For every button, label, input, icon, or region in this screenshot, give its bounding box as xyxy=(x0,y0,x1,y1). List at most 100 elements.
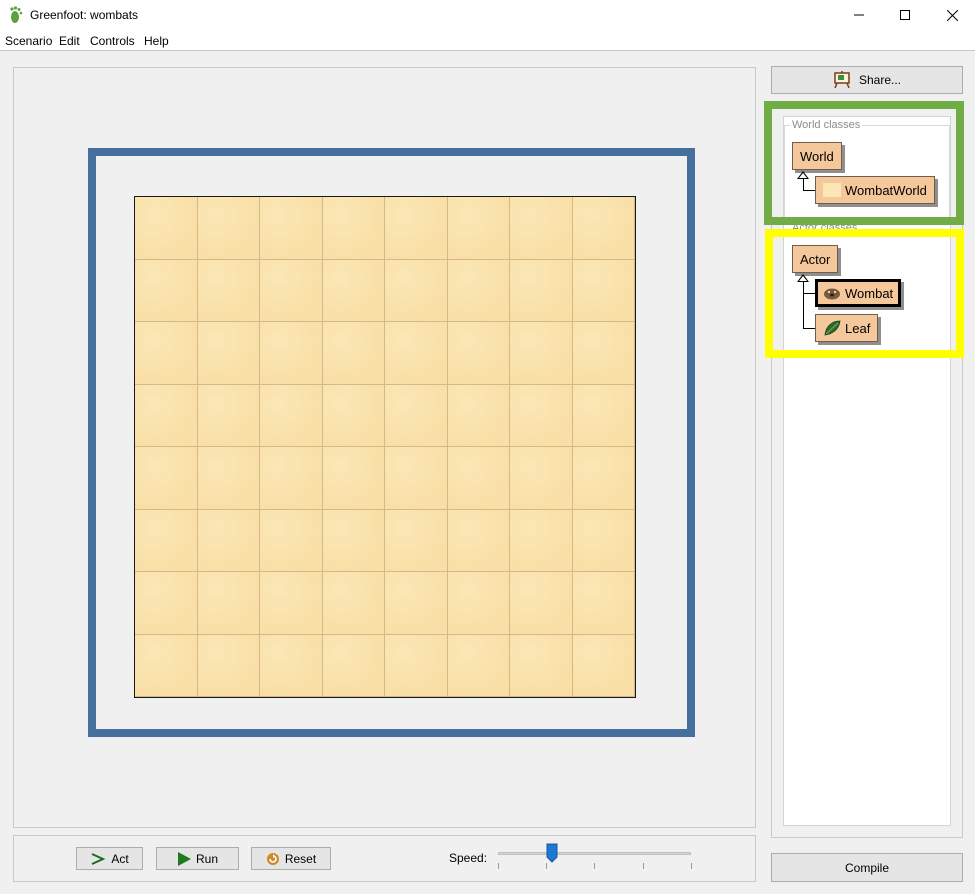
world-cell xyxy=(197,259,260,322)
act-step-icon xyxy=(91,852,106,865)
world-grid[interactable] xyxy=(134,196,636,698)
world-cell xyxy=(135,197,198,260)
world-cell xyxy=(322,634,385,697)
menu-edit[interactable]: Edit xyxy=(59,34,80,48)
world-cell xyxy=(135,572,198,635)
menu-controls[interactable]: Controls xyxy=(90,34,135,48)
world-cell xyxy=(510,259,573,322)
menu-scenario[interactable]: Scenario xyxy=(5,34,52,48)
slider-tick xyxy=(546,863,547,869)
share-button[interactable]: Share... xyxy=(771,66,963,94)
world-cell xyxy=(197,322,260,385)
world-cell xyxy=(447,384,510,447)
reset-button[interactable]: Reset xyxy=(251,847,331,870)
close-button[interactable] xyxy=(929,0,975,30)
world-cell xyxy=(197,634,260,697)
world-cell xyxy=(572,572,635,635)
maximize-button[interactable] xyxy=(882,0,928,30)
greenfoot-footprint-icon xyxy=(10,6,23,23)
world-cell xyxy=(572,509,635,572)
minimize-icon xyxy=(854,14,864,16)
world-cell xyxy=(385,572,448,635)
world-cell xyxy=(197,197,260,260)
world-cell xyxy=(197,447,260,510)
world-cell xyxy=(385,197,448,260)
world-cell xyxy=(385,322,448,385)
act-button[interactable]: Act xyxy=(76,847,143,870)
world-cell xyxy=(385,509,448,572)
slider-tick xyxy=(691,863,692,869)
world-cell xyxy=(510,197,573,260)
world-cell xyxy=(572,322,635,385)
world-cell xyxy=(322,259,385,322)
speed-label: Speed: xyxy=(449,851,488,865)
world-cell xyxy=(322,447,385,510)
menu-help[interactable]: Help xyxy=(144,34,169,48)
world-cell xyxy=(260,572,323,635)
title-bar: Greenfoot: wombats xyxy=(0,0,975,30)
reset-label: Reset xyxy=(284,851,317,866)
actor-classes-highlight xyxy=(765,229,964,358)
world-cell xyxy=(322,322,385,385)
world-cell xyxy=(447,509,510,572)
menu-bar: Scenario Edit Controls Help xyxy=(0,30,975,51)
speed-slider-track[interactable] xyxy=(498,852,691,855)
world-cell xyxy=(572,634,635,697)
act-label: Act xyxy=(111,851,129,866)
reset-icon xyxy=(266,852,279,865)
world-cell xyxy=(447,634,510,697)
share-label: Share... xyxy=(858,73,902,87)
world-cell xyxy=(385,259,448,322)
maximize-icon xyxy=(900,10,910,20)
world-cell xyxy=(135,447,198,510)
run-label: Run xyxy=(195,851,218,866)
world-cell xyxy=(197,509,260,572)
compile-button[interactable]: Compile xyxy=(771,853,963,882)
world-cell xyxy=(260,259,323,322)
world-cell xyxy=(197,384,260,447)
world-cell xyxy=(447,572,510,635)
world-classes-highlight xyxy=(764,101,964,225)
share-easel-icon xyxy=(834,71,850,89)
world-cell xyxy=(510,572,573,635)
play-icon xyxy=(177,851,191,866)
minimize-button[interactable] xyxy=(836,0,882,30)
world-cell xyxy=(135,634,198,697)
world-cell xyxy=(135,384,198,447)
world-cell xyxy=(385,447,448,510)
window-title: Greenfoot: wombats xyxy=(30,8,139,22)
world-cell xyxy=(447,322,510,385)
world-cell xyxy=(260,509,323,572)
world-cell xyxy=(135,259,198,322)
world-cell xyxy=(135,322,198,385)
world-cell xyxy=(260,634,323,697)
speed-slider-thumb[interactable] xyxy=(546,843,558,863)
slider-tick xyxy=(498,863,499,869)
world-cell xyxy=(447,197,510,260)
world-cell xyxy=(135,509,198,572)
world-cell xyxy=(447,447,510,510)
world-cell xyxy=(572,447,635,510)
world-cell xyxy=(572,259,635,322)
world-cell xyxy=(572,197,635,260)
world-cell xyxy=(510,384,573,447)
world-cell xyxy=(322,509,385,572)
world-cell xyxy=(510,634,573,697)
world-cell xyxy=(260,384,323,447)
slider-tick xyxy=(594,863,595,869)
world-cell xyxy=(197,572,260,635)
world-cell xyxy=(447,259,510,322)
world-cell xyxy=(510,322,573,385)
world-cell xyxy=(260,447,323,510)
world-cell xyxy=(260,322,323,385)
world-cell xyxy=(322,572,385,635)
close-icon xyxy=(946,9,958,21)
run-button[interactable]: Run xyxy=(156,847,239,870)
compile-label: Compile xyxy=(844,860,889,875)
world-cell xyxy=(322,197,385,260)
slider-tick xyxy=(643,863,644,869)
world-cell xyxy=(260,197,323,260)
world-cell xyxy=(385,384,448,447)
world-cell xyxy=(510,447,573,510)
world-cell xyxy=(322,384,385,447)
